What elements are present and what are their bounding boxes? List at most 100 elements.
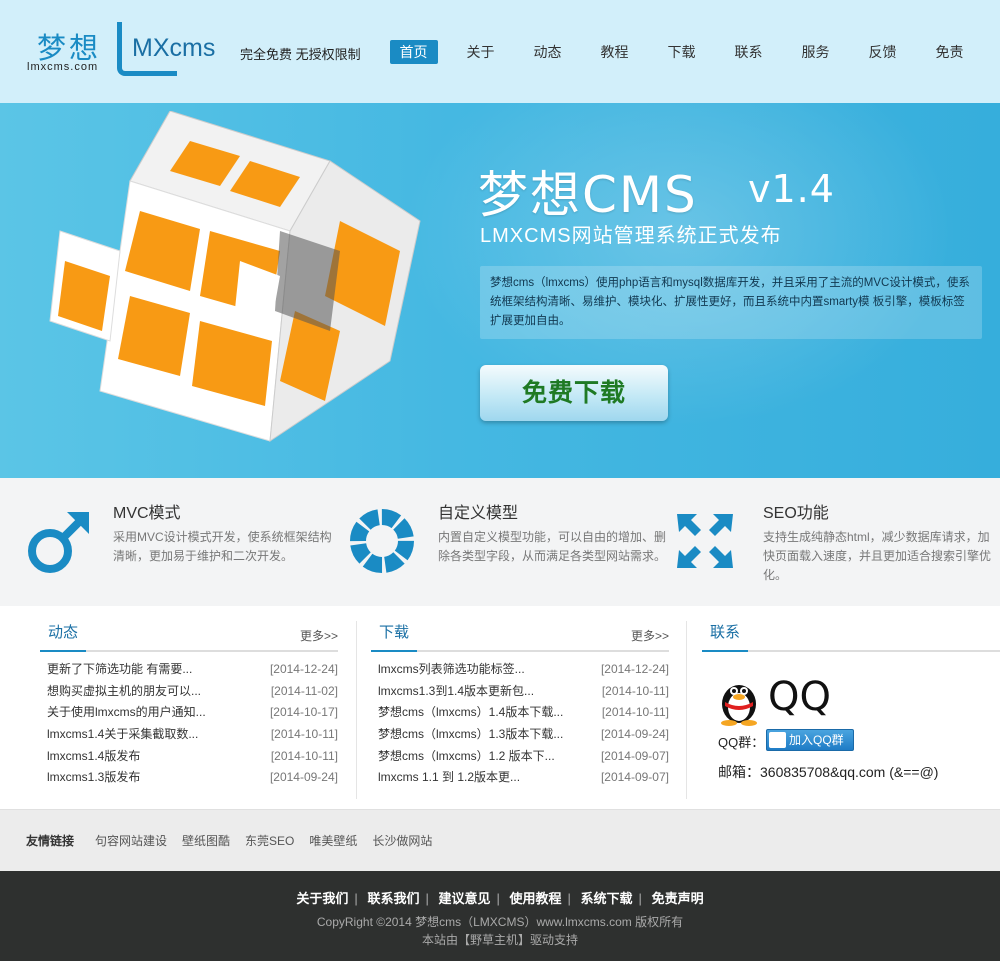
- footer-link-suggestions[interactable]: 建议意见: [438, 891, 490, 906]
- download-link[interactable]: 梦想cms（lmxcms）1.4版本下载...: [378, 705, 563, 719]
- downloads-more-link[interactable]: 更多>>: [631, 627, 669, 644]
- footer-separator: |: [638, 891, 642, 906]
- friend-links-label: 友情链接: [26, 834, 75, 848]
- footer-copyright: CopyRight ©2014 梦想cms（LMXCMS）www.lmxcms.…: [316, 915, 684, 929]
- friend-link[interactable]: 壁纸图酷: [182, 832, 230, 849]
- news-link[interactable]: lmxcms1.4关于采集截取数...: [47, 727, 198, 741]
- news-title[interactable]: 动态: [40, 619, 87, 652]
- list-item: 梦想cms（lmxcms）1.3版本下载... [2014-09-24]: [371, 724, 669, 746]
- qq-label: QQ: [768, 674, 831, 720]
- join-qq-group-label: 加入QQ群: [789, 733, 844, 747]
- news-list: 更新了下筛选功能 有需要... [2014-12-24] 想购买虚拟主机的朋友可以…: [40, 659, 338, 789]
- footer-link-about[interactable]: 关于我们: [296, 891, 348, 906]
- nav-item-news[interactable]: 动态: [514, 40, 581, 64]
- downloads-title[interactable]: 下载: [371, 619, 418, 652]
- footer-link-disclaimer[interactable]: 免责声明: [652, 891, 704, 906]
- news-more-link[interactable]: 更多>>: [300, 627, 338, 644]
- list-item: 关于使用lmxcms的用户通知... [2014-10-17]: [40, 702, 338, 724]
- nav-item-about[interactable]: 关于: [447, 40, 514, 64]
- feature-title: 自定义模型: [438, 505, 519, 522]
- nav-item-service[interactable]: 服务: [782, 40, 849, 64]
- news-link[interactable]: 更新了下筛选功能 有需要...: [47, 662, 192, 676]
- nav-label: 教程: [600, 44, 629, 60]
- list-item: 梦想cms（lmxcms）1.2 版本下... [2014-09-07]: [371, 746, 669, 768]
- column-divider: [686, 621, 687, 799]
- news-date: [2014-10-11]: [270, 748, 338, 763]
- friend-link[interactable]: 东莞SEO: [245, 832, 294, 849]
- list-item: lmxcms1.4版发布 [2014-10-11]: [40, 746, 338, 768]
- footer-separator: |: [496, 891, 500, 906]
- nav-item-feedback[interactable]: 反馈: [849, 40, 916, 64]
- download-date: [2014-09-07]: [600, 748, 669, 763]
- list-item: lmxcms1.3到1.4版本更新包... [2014-10-11]: [371, 681, 669, 703]
- nav-item-home[interactable]: 首页: [380, 40, 447, 64]
- download-link[interactable]: lmxcms1.3到1.4版本更新包...: [378, 684, 534, 698]
- news-link[interactable]: lmxcms1.3版发布: [47, 770, 140, 784]
- banner-title: 梦想CMS: [478, 166, 698, 224]
- join-qq-group-button[interactable]: 加入QQ群: [766, 729, 854, 751]
- column-divider: [356, 621, 357, 799]
- banner-version: v1.4: [748, 167, 835, 211]
- logo-mxcms-text[interactable]: MXcms: [132, 34, 215, 63]
- list-item: lmxcms1.3版发布 [2014-09-24]: [40, 767, 338, 789]
- free-download-button[interactable]: 免费下载: [480, 365, 668, 421]
- contact-column: 联系 QQ QQ群： 加入QQ群 邮箱：360835708&qq.com (&=…: [702, 619, 1000, 780]
- feature-seo: SEO功能 支持生成纯静态html，减少数据库请求，加快页面载入速度，并且更加适…: [675, 478, 995, 606]
- qq-group-label: QQ群：: [718, 735, 765, 750]
- download-date: [2014-12-24]: [600, 662, 669, 676]
- email-text: 邮箱：360835708&qq.com (&==@): [718, 764, 939, 780]
- download-link[interactable]: 梦想cms（lmxcms）1.3版本下载...: [378, 727, 563, 741]
- download-link[interactable]: lmxcms 1.1 到 1.2版本更...: [378, 770, 520, 784]
- footer-link-contact[interactable]: 联系我们: [367, 891, 419, 906]
- banner-subtitle: LMXCMS网站管理系统正式发布: [480, 225, 782, 247]
- feature-description: 采用MVC设计模式开发，使系统框架结构清晰，更加易于维护和二次开发。: [113, 530, 332, 563]
- footer-separator: |: [425, 891, 429, 906]
- news-link[interactable]: 想购买虚拟主机的朋友可以...: [47, 684, 201, 698]
- download-link[interactable]: 梦想cms（lmxcms）1.2 版本下...: [378, 749, 555, 763]
- friend-links: 友情链接 句容网站建设 壁纸图酷 东莞SEO 唯美壁纸 长沙做网站: [0, 809, 1000, 871]
- ring-segments-icon: [350, 509, 414, 573]
- nav-label: 关于: [466, 44, 495, 60]
- downloads-column: 下载 更多>> lmxcms列表筛选功能标签... [2014-12-24] lm…: [371, 619, 669, 789]
- nav-item-download[interactable]: 下载: [648, 40, 715, 64]
- list-item: lmxcms1.4关于采集截取数... [2014-10-11]: [40, 724, 338, 746]
- footer-nav: 关于我们 | 联系我们 | 建议意见 | 使用教程 | 系统下载 | 免责声明: [0, 888, 1000, 907]
- friend-links-list: 句容网站建设 壁纸图酷 东莞SEO 唯美壁纸 长沙做网站: [95, 832, 432, 849]
- main-nav: 首页 关于 动态 教程 下载 联系 服务 反馈 免责: [380, 40, 983, 64]
- site-header: 梦想 lmxcms.com MXcms 完全免费 无授权限制 首页 关于 动态 …: [0, 0, 1000, 103]
- list-item: 更新了下筛选功能 有需要... [2014-12-24]: [40, 659, 338, 681]
- news-date: [2014-12-24]: [269, 662, 338, 676]
- news-header: 动态 更多>>: [40, 619, 338, 652]
- news-column: 动态 更多>> 更新了下筛选功能 有需要... [2014-12-24] 想购买虚…: [40, 619, 338, 789]
- people-icon: [769, 732, 786, 748]
- nav-item-tutorial[interactable]: 教程: [581, 40, 648, 64]
- feature-title: SEO功能: [763, 505, 829, 522]
- footer-link-download[interactable]: 系统下载: [581, 891, 633, 906]
- rubik-cube-image: [49, 111, 421, 442]
- friend-link[interactable]: 唯美壁纸: [309, 832, 357, 849]
- feature-custom-model: 自定义模型 内置自定义模型功能，可以自由的增加、删除各类型字段，从而满足各类型网…: [350, 478, 670, 606]
- nav-label: 反馈: [868, 44, 897, 60]
- nav-label: 服务: [801, 44, 830, 60]
- feature-description: 支持生成纯静态html，减少数据库请求，加快页面载入速度，并且更加适合搜索引擎优…: [763, 530, 992, 582]
- features-section: MVC模式 采用MVC设计模式开发，使系统框架结构清晰，更加易于维护和二次开发。…: [0, 478, 1000, 606]
- friend-link[interactable]: 长沙做网站: [372, 832, 432, 849]
- footer-link-tutorial[interactable]: 使用教程: [510, 891, 562, 906]
- news-link[interactable]: lmxcms1.4版发布: [47, 749, 140, 763]
- news-date: [2014-10-17]: [269, 705, 338, 720]
- download-link[interactable]: lmxcms列表筛选功能标签...: [378, 662, 525, 676]
- news-link[interactable]: 关于使用lmxcms的用户通知...: [47, 705, 206, 719]
- hero-banner: 梦想CMS v1.4 LMXCMS网站管理系统正式发布 梦想cms（lmxcms…: [0, 103, 1000, 478]
- nav-item-contact[interactable]: 联系: [715, 40, 782, 64]
- contact-header: 联系: [702, 619, 1000, 652]
- qq-row[interactable]: QQ: [716, 674, 866, 726]
- nav-label: 动态: [533, 44, 562, 60]
- friend-link[interactable]: 句容网站建设: [95, 832, 167, 849]
- nav-item-disclaimer[interactable]: 免责: [916, 40, 983, 64]
- download-date: [2014-10-11]: [601, 683, 669, 698]
- footer-powered-by: 本站由【野草主机】驱动支持: [421, 933, 578, 947]
- download-date: [2014-09-07]: [600, 770, 669, 785]
- nav-label: 免责: [935, 44, 964, 60]
- content-lists: 动态 更多>> 更新了下筛选功能 有需要... [2014-12-24] 想购买虚…: [0, 606, 1000, 809]
- footer-separator: |: [354, 891, 358, 906]
